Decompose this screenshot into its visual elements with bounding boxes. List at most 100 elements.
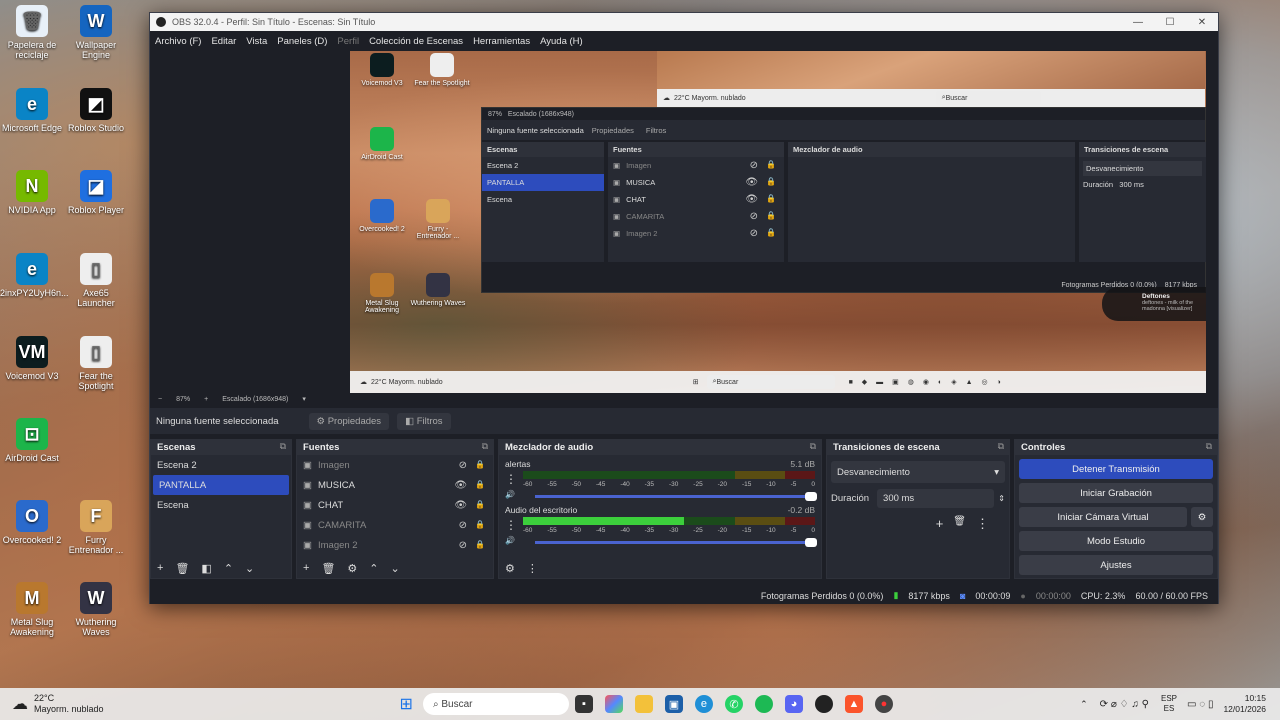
source-down-icon[interactable]: ⌄ bbox=[391, 562, 400, 575]
visibility-toggle-icon[interactable]: ⊘ bbox=[750, 211, 758, 222]
source-item[interactable]: ▣ CAMARITA ⊘ 🔒 bbox=[297, 515, 493, 535]
scene-filter-icon[interactable]: ◧ bbox=[201, 562, 211, 575]
visibility-toggle-icon[interactable]: ⊘ bbox=[750, 160, 758, 171]
task-view-icon[interactable]: ▪ bbox=[574, 695, 593, 713]
properties-button[interactable]: ⚙ Propiedades bbox=[308, 412, 390, 430]
menu-editar[interactable]: Editar bbox=[211, 36, 236, 47]
virtual-camera-settings-icon[interactable]: ⚙ bbox=[1191, 507, 1213, 527]
desktop-icon[interactable]: ⊡ AirDroid Cast bbox=[0, 418, 64, 463]
source-props-icon[interactable]: ⚙ bbox=[347, 562, 357, 575]
transition-menu-icon[interactable]: ⋮ bbox=[976, 516, 989, 532]
source-item[interactable]: ▣ CAMARITA ⊘ 🔒 bbox=[608, 208, 784, 225]
lock-icon[interactable]: 🔒 bbox=[766, 160, 776, 171]
source-item[interactable]: ▣ MUSICA 👁 🔒 bbox=[608, 174, 784, 191]
channel-menu-icon[interactable]: ⋮ bbox=[505, 518, 517, 532]
spotify-icon[interactable] bbox=[754, 695, 773, 713]
settings-button[interactable]: Ajustes bbox=[1019, 555, 1213, 575]
source-item[interactable]: ▣ Imagen ⊘ 🔒 bbox=[608, 157, 784, 174]
start-icon[interactable]: ⊞ bbox=[400, 694, 413, 714]
menu-paneles[interactable]: Paneles (D) bbox=[277, 36, 327, 47]
filters-button[interactable]: ◧ Filtros bbox=[397, 412, 451, 430]
remove-transition-icon[interactable]: 🗑 bbox=[953, 516, 966, 532]
add-transition-icon[interactable]: + bbox=[936, 516, 944, 532]
weather-widget[interactable]: 22°C Mayorm. nublado bbox=[34, 693, 104, 715]
search-box[interactable]: ⌕ Buscar bbox=[422, 693, 569, 715]
visibility-toggle-icon[interactable]: ⊘ bbox=[750, 228, 758, 239]
app-icon[interactable]: ● bbox=[874, 695, 893, 713]
mixer-menu-icon[interactable]: ⋮ bbox=[527, 562, 538, 575]
copilot-icon[interactable] bbox=[604, 695, 623, 713]
zoom-minus[interactable]: − bbox=[158, 396, 162, 403]
transition-select[interactable]: Desvanecimiento ▾ bbox=[831, 461, 1005, 483]
lock-icon[interactable]: 🔒 bbox=[766, 194, 776, 205]
scene-item[interactable]: Escena 2 bbox=[151, 455, 291, 475]
virtual-camera-button[interactable]: Iniciar Cámara Virtual bbox=[1019, 507, 1187, 527]
source-item[interactable]: ▣ MUSICA 👁 🔒 bbox=[297, 475, 493, 495]
source-item[interactable]: ▣ Imagen 2 ⊘ 🔒 bbox=[608, 225, 784, 242]
volume-slider[interactable] bbox=[534, 538, 818, 547]
visibility-toggle-icon[interactable]: ⊘ bbox=[459, 540, 467, 551]
desktop-icon[interactable]: N NVIDIA App bbox=[0, 170, 64, 215]
mute-icon[interactable]: 🔊 bbox=[505, 536, 515, 545]
move-down-icon[interactable]: ⌄ bbox=[245, 562, 254, 575]
store-icon[interactable]: ▣ bbox=[664, 695, 683, 713]
duration-input[interactable]: 300 ms bbox=[877, 489, 995, 508]
minimize-button[interactable]: — bbox=[1122, 13, 1154, 31]
volume-slider[interactable] bbox=[534, 492, 818, 501]
studio-mode-button[interactable]: Modo Estudio bbox=[1019, 531, 1213, 551]
clock[interactable]: 10:15 12/01/2026 bbox=[1223, 693, 1266, 715]
menu-vista[interactable]: Vista bbox=[246, 36, 267, 47]
desktop-icon[interactable]: 🗑 Papelera de reciclaje bbox=[0, 5, 64, 60]
lock-icon[interactable]: 🔒 bbox=[475, 540, 485, 551]
scene-item[interactable]: PANTALLA bbox=[482, 174, 604, 191]
remove-scene-icon[interactable]: 🗑 bbox=[175, 562, 189, 575]
desktop-icon[interactable]: e 2inxPY2UyH6n... bbox=[0, 253, 69, 298]
stop-stream-button[interactable]: Detener Transmisión bbox=[1019, 459, 1213, 479]
remove-source-icon[interactable]: 🗑 bbox=[321, 562, 335, 575]
tray-chevron-icon[interactable]: ⌃ bbox=[1080, 699, 1088, 710]
desktop-icon[interactable]: ◩ Roblox Studio bbox=[64, 88, 128, 133]
desktop-icon[interactable]: ◪ Roblox Player bbox=[64, 170, 128, 215]
visibility-toggle-icon[interactable]: ⊘ bbox=[459, 460, 467, 471]
brave-icon[interactable]: ▲ bbox=[844, 695, 863, 713]
visibility-toggle-icon[interactable]: 👁 bbox=[745, 194, 758, 205]
desktop-icon[interactable]: W Wallpaper Engine bbox=[64, 5, 128, 60]
lock-icon[interactable]: 🔒 bbox=[766, 228, 776, 239]
desktop-icon[interactable]: O Overcooked! 2 bbox=[0, 500, 64, 545]
add-scene-icon[interactable]: + bbox=[157, 562, 163, 574]
lock-icon[interactable]: 🔒 bbox=[475, 460, 485, 471]
visibility-toggle-icon[interactable]: ⊘ bbox=[459, 520, 467, 531]
source-up-icon[interactable]: ⌃ bbox=[369, 562, 378, 575]
menu-perfil[interactable]: Perfil bbox=[337, 36, 359, 47]
duration-stepper[interactable]: ⇕ bbox=[998, 494, 1005, 503]
menu-ayuda[interactable]: Ayuda (H) bbox=[540, 36, 583, 47]
desktop-icon[interactable]: F Furry Entrenador ... bbox=[64, 500, 128, 555]
file-explorer-icon[interactable] bbox=[634, 695, 653, 713]
discord-icon[interactable]: ◕ bbox=[784, 695, 803, 713]
scene-item[interactable]: Escena bbox=[482, 191, 604, 208]
weather-icon[interactable]: ☁ bbox=[12, 694, 28, 714]
scale-dropdown-icon[interactable]: ▾ bbox=[302, 395, 306, 403]
mixer-advanced-icon[interactable]: ⚙ bbox=[505, 562, 515, 575]
network-volume-icons[interactable]: ▭ ◌ ▯ bbox=[1187, 699, 1213, 710]
scene-item[interactable]: Escena bbox=[151, 495, 291, 515]
whatsapp-icon[interactable]: ✆ bbox=[724, 695, 743, 713]
desktop-icon[interactable]: e Microsoft Edge bbox=[0, 88, 64, 133]
menu-coleccion[interactable]: Colección de Escenas bbox=[369, 36, 463, 47]
desktop-icon[interactable]: VM Voicemod V3 bbox=[0, 336, 64, 381]
source-item[interactable]: ▣ Imagen 2 ⊘ 🔒 bbox=[297, 535, 493, 555]
visibility-toggle-icon[interactable]: 👁 bbox=[454, 480, 467, 491]
menu-herramientas[interactable]: Herramientas bbox=[473, 36, 530, 47]
lock-icon[interactable]: 🔒 bbox=[475, 480, 485, 491]
language-indicator[interactable]: ESP ES bbox=[1161, 694, 1177, 714]
source-item[interactable]: ▣ Imagen ⊘ 🔒 bbox=[297, 455, 493, 475]
scene-item[interactable]: Escena 2 bbox=[482, 157, 604, 174]
desktop-icon[interactable]: M Metal Slug Awakening bbox=[0, 582, 64, 637]
preview-canvas[interactable]: Voicemod V3 Fear the Spotlight AirDroid Ca… bbox=[350, 51, 1206, 393]
menu-archivo[interactable]: Archivo (F) bbox=[155, 36, 201, 47]
mute-icon[interactable]: 🔊 bbox=[505, 490, 515, 499]
preview-area[interactable]: Voicemod V3 Fear the Spotlight AirDroid Ca… bbox=[150, 51, 1218, 393]
desktop-icon[interactable]: ▯ Axe65 Launcher bbox=[64, 253, 128, 308]
maximize-button[interactable]: ☐ bbox=[1154, 13, 1186, 31]
close-button[interactable]: ✕ bbox=[1186, 13, 1218, 31]
